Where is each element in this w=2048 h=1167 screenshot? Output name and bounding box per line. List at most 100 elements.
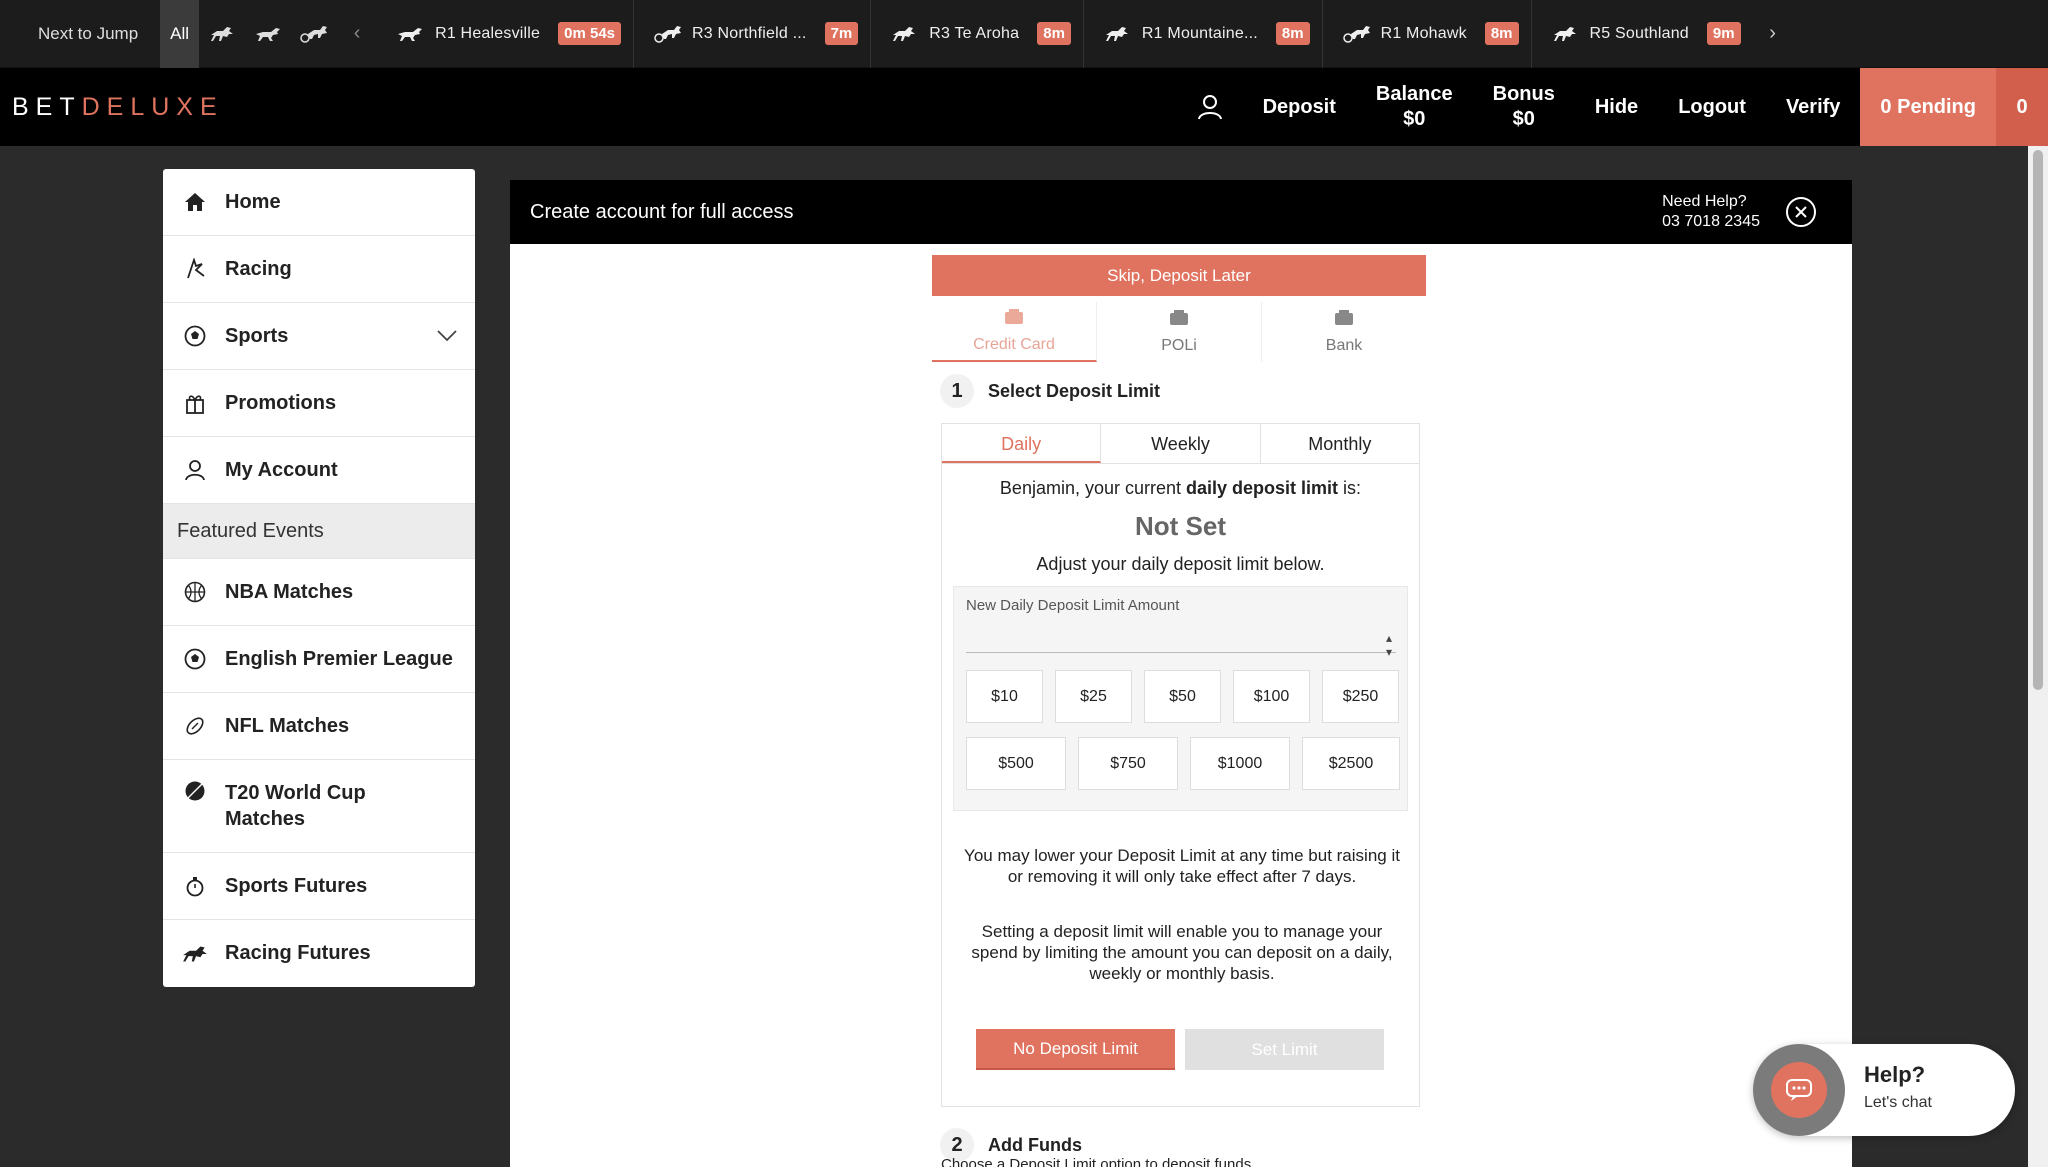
tab-monthly[interactable]: Monthly <box>1261 424 1419 463</box>
featured-events-heading: Featured Events <box>163 504 475 559</box>
soccer-ball-icon <box>181 648 209 670</box>
need-help-contact[interactable]: Need Help? 03 7018 2345 <box>1662 192 1760 232</box>
race-item[interactable]: R5 Southland 9m <box>1532 0 1753 68</box>
bonus-value: $0 <box>1512 108 1535 130</box>
home-icon <box>181 192 209 212</box>
filter-horse-icon[interactable] <box>199 0 245 68</box>
bonus-display[interactable]: Bonus $0 <box>1473 82 1575 132</box>
preset-row-2: $500 $750 $1000 $2500 <box>966 737 1400 790</box>
filter-all-button[interactable]: All <box>160 0 200 68</box>
race-countdown-badge: 8m <box>1275 22 1310 45</box>
filter-harness-icon[interactable] <box>291 0 337 68</box>
preset-amount-button[interactable]: $50 <box>1144 670 1221 723</box>
live-chat-widget[interactable]: Help? Let's chat <box>1753 1044 2015 1136</box>
add-funds-note: Choose a Deposit Limit option to deposit… <box>941 1156 1252 1167</box>
football-icon <box>181 715 209 737</box>
preset-amount-button[interactable]: $100 <box>1233 670 1310 723</box>
page-scrollbar[interactable] <box>2028 146 2048 1167</box>
tab-poli[interactable]: POLi <box>1097 302 1262 362</box>
chevron-down-icon[interactable] <box>437 325 457 348</box>
horse-icon <box>891 26 921 42</box>
next-to-jump-strip: Next to Jump All ‹ R1 Healesville 0m 54s… <box>0 0 2048 68</box>
sidebar-item-sports[interactable]: Sports <box>163 303 475 370</box>
limit-amount-area: New Daily Deposit Limit Amount ▴ ▾ $10 $2… <box>953 586 1408 811</box>
race-item[interactable]: R3 Te Aroha 8m <box>871 0 1084 68</box>
hide-balance-link[interactable]: Hide <box>1575 95 1658 120</box>
race-label: R1 Mohawk <box>1380 24 1467 42</box>
user-profile-icon[interactable] <box>1177 94 1243 120</box>
preset-row-1: $10 $25 $50 $100 $250 <box>966 670 1399 723</box>
sidebar-item-racing-futures[interactable]: Racing Futures <box>163 920 475 987</box>
sidebar-item-label: Racing Futures <box>225 942 371 964</box>
deposit-link[interactable]: Deposit <box>1243 95 1356 120</box>
race-item[interactable]: R1 Mountaine... 8m <box>1084 0 1323 68</box>
race-item[interactable]: R1 Healesville 0m 54s <box>377 0 635 68</box>
sidebar-item-t20-world-cup-matches[interactable]: T20 World Cup Matches <box>163 760 475 853</box>
close-icon[interactable] <box>1786 197 1816 227</box>
sidebar-item-promotions[interactable]: Promotions <box>163 370 475 437</box>
tab-credit-card[interactable]: Credit Card <box>932 302 1097 362</box>
greyhound-icon <box>397 26 427 42</box>
preset-amount-button[interactable]: $10 <box>966 670 1043 723</box>
preset-amount-button[interactable]: $250 <box>1322 670 1399 723</box>
strip-prev-chevron-icon[interactable]: ‹ <box>337 22 377 45</box>
filter-greyhound-icon[interactable] <box>245 0 291 68</box>
gift-icon <box>181 392 209 414</box>
tab-label: POLi <box>1161 336 1197 354</box>
balance-display[interactable]: Balance $0 <box>1356 82 1473 132</box>
preset-amount-button[interactable]: $500 <box>966 737 1066 790</box>
logout-link[interactable]: Logout <box>1658 95 1766 120</box>
site-header: BETDELUXE Deposit Balance $0 Bonus $0 Hide… <box>0 68 2048 146</box>
sidebar-item-label: NFL Matches <box>225 714 350 737</box>
race-item[interactable]: R3 Northfield ... 7m <box>634 0 872 68</box>
preset-amount-button[interactable]: $750 <box>1078 737 1178 790</box>
limit-amount-input[interactable]: New Daily Deposit Limit Amount ▴ ▾ <box>966 597 1396 659</box>
limit-period-tabs: Daily Weekly Monthly <box>942 424 1419 464</box>
create-account-panel: Create account for full access Need Help… <box>510 180 1852 1167</box>
sidebar-item-english-premier-league[interactable]: English Premier League <box>163 626 475 693</box>
strip-next-chevron-icon[interactable]: › <box>1753 22 1793 45</box>
tab-daily[interactable]: Daily <box>942 424 1102 463</box>
tab-weekly[interactable]: Weekly <box>1101 424 1261 463</box>
sidebar-item-racing[interactable]: Racing <box>163 236 475 303</box>
preset-amount-button[interactable]: $1000 <box>1190 737 1290 790</box>
race-countdown-badge: 0m 54s <box>558 22 622 45</box>
adjust-limit-text: Adjust your daily deposit limit below. <box>1036 554 1325 574</box>
number-stepper-icon[interactable]: ▴ ▾ <box>1386 631 1392 659</box>
balance-value: $0 <box>1403 108 1426 130</box>
sidebar-item-nba-matches[interactable]: NBA Matches <box>163 559 475 626</box>
betdeluxe-logo[interactable]: BETDELUXE <box>0 93 224 122</box>
current-limit-prefix: Benjamin, your current <box>999 478 1187 498</box>
user-icon <box>181 459 209 481</box>
race-label: R1 Mountaine... <box>1141 24 1258 42</box>
harness-icon <box>654 25 684 43</box>
sidebar-item-nfl-matches[interactable]: NFL Matches <box>163 693 475 760</box>
preset-amount-button[interactable]: $25 <box>1055 670 1132 723</box>
horse-icon <box>181 944 209 964</box>
betslip-count-button[interactable]: 0 <box>1996 68 2048 146</box>
verify-link[interactable]: Verify <box>1766 95 1860 120</box>
limit-note-lowering: You may lower your Deposit Limit at any … <box>964 846 1400 886</box>
step-title: Select Deposit Limit <box>988 380 1161 401</box>
race-countdown-badge: 8m <box>1037 22 1071 45</box>
set-limit-button[interactable]: Set Limit <box>1185 1029 1384 1070</box>
skip-deposit-button[interactable]: Skip, Deposit Later <box>932 255 1426 296</box>
no-deposit-limit-button[interactable]: No Deposit Limit <box>976 1029 1175 1070</box>
sidebar-item-home[interactable]: Home <box>163 169 475 236</box>
wallet-icon <box>1004 308 1024 330</box>
sidebar-item-my-account[interactable]: My Account <box>163 437 475 504</box>
race-label: R3 Northfield ... <box>692 24 807 42</box>
tab-label: Bank <box>1325 336 1363 354</box>
sidebar-item-sports-futures[interactable]: Sports Futures <box>163 853 475 920</box>
chat-avatar[interactable] <box>1753 1044 1845 1136</box>
scrollbar-thumb[interactable] <box>2033 150 2043 690</box>
pending-bets-button[interactable]: 0 Pending <box>1860 68 1996 146</box>
chat-subtitle: Let's chat <box>1864 1094 1932 1111</box>
race-label: R3 Te Aroha <box>929 24 1020 42</box>
sidebar-item-label: T20 World Cup Matches <box>225 782 366 830</box>
current-limit-bold: daily deposit limit <box>1186 478 1339 498</box>
limit-amount-label: New Daily Deposit Limit Amount <box>966 597 1180 614</box>
tab-bank[interactable]: Bank <box>1262 302 1426 362</box>
race-item[interactable]: R1 Mohawk 8m <box>1323 0 1532 68</box>
preset-amount-button[interactable]: $2500 <box>1302 737 1400 790</box>
